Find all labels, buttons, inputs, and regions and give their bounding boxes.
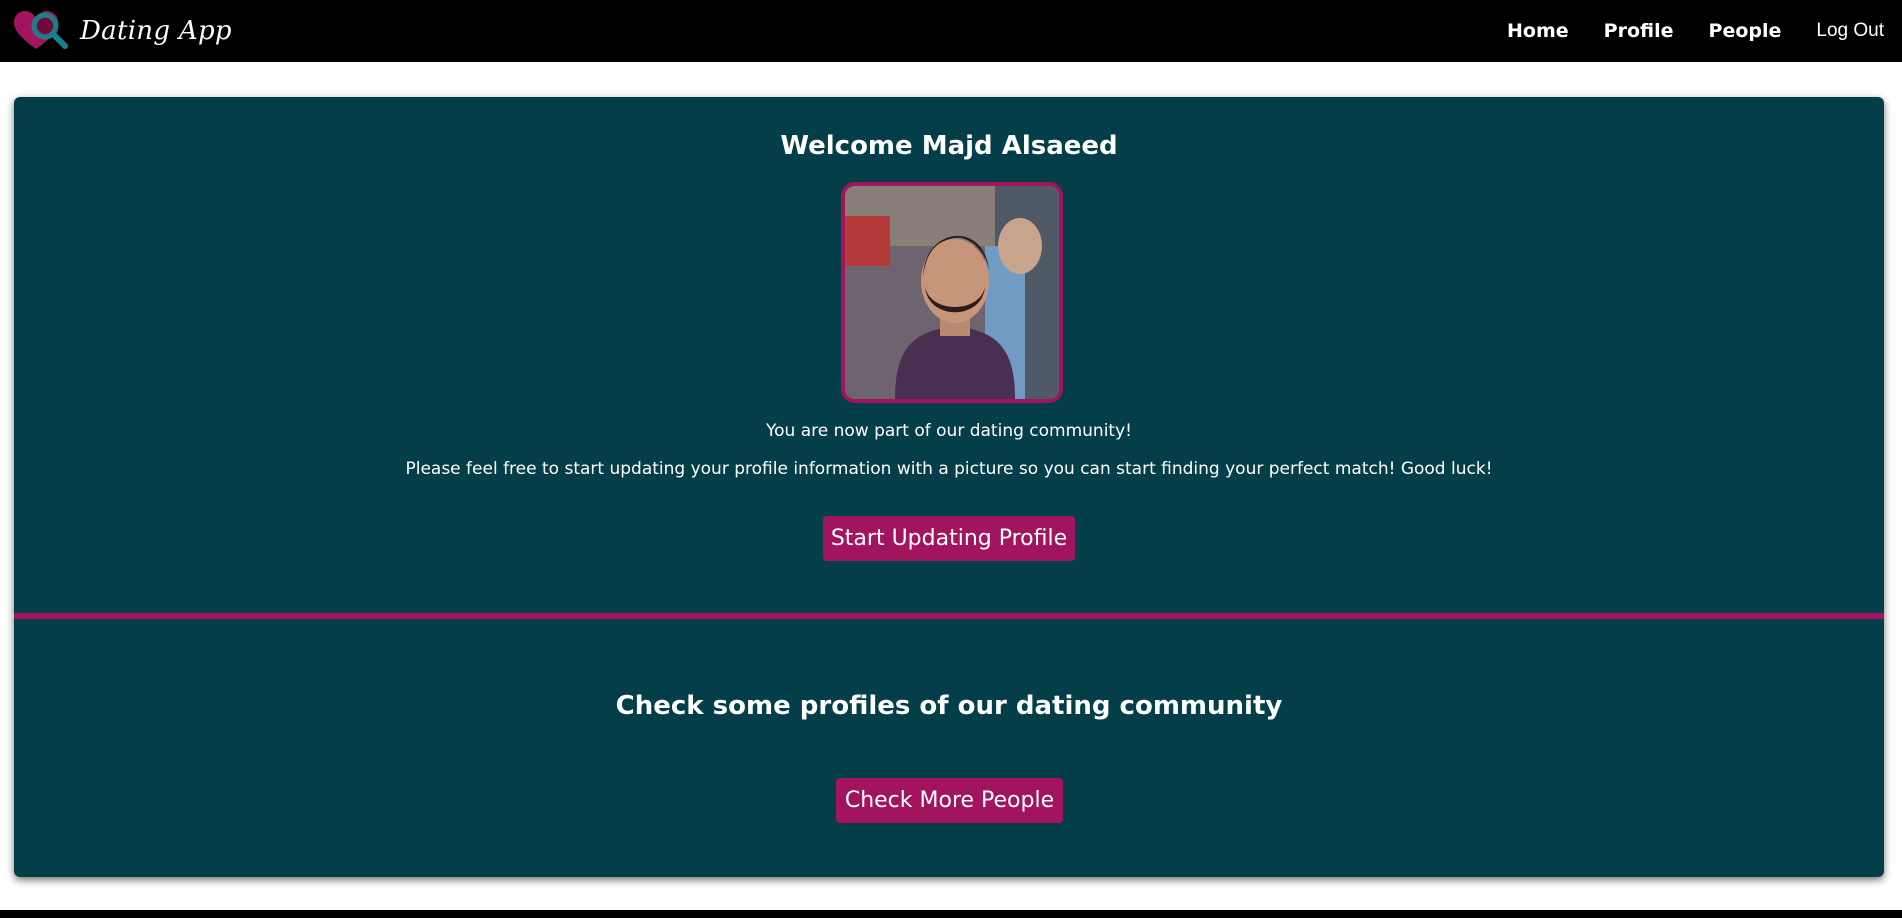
community-welcome-text: You are now part of our dating community… [766,421,1132,441]
welcome-title: Welcome Majd Alsaeed [780,131,1118,161]
start-updating-profile-button[interactable]: Start Updating Profile [823,516,1075,561]
nav-links: Home Profile People Log Out [1507,20,1890,42]
nav-link-home[interactable]: Home [1507,20,1569,42]
profile-instructions-text: Please feel free to start updating your … [405,459,1493,479]
check-more-people-button[interactable]: Check More People [836,778,1063,823]
brand-name: Dating App [80,16,232,46]
profile-photo [845,186,1059,399]
nav-link-logout[interactable]: Log Out [1816,20,1884,42]
profile-avatar [841,182,1063,403]
heart-magnifier-icon [14,11,68,49]
footer-bar [0,910,1902,918]
community-title: Check some profiles of our dating commun… [615,691,1283,721]
nav-link-profile[interactable]: Profile [1604,20,1674,42]
main-card: Welcome Majd Alsaeed You are now part of… [14,97,1884,877]
welcome-section: Welcome Majd Alsaeed You are now part of… [14,97,1884,611]
brand[interactable]: Dating App [12,9,232,53]
top-navbar: Dating App Home Profile People Log Out [0,0,1902,62]
section-divider [14,613,1884,619]
nav-link-people[interactable]: People [1709,20,1782,42]
